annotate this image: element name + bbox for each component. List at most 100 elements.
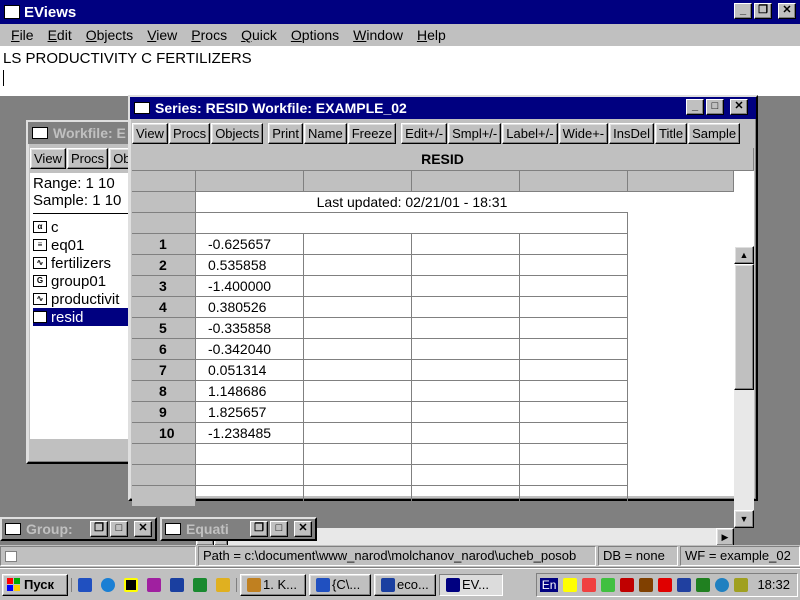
menu-options[interactable]: Options (284, 27, 346, 43)
pencil-icon[interactable] (216, 577, 230, 592)
cell[interactable] (196, 444, 304, 465)
music-icon[interactable] (639, 577, 654, 592)
group-maximize-button[interactable]: □ (110, 521, 128, 537)
cell[interactable] (412, 339, 520, 360)
cell[interactable] (196, 486, 304, 507)
row-header[interactable]: 5 (132, 318, 196, 339)
restore-button[interactable]: ❐ (754, 3, 772, 19)
series-sample-button[interactable]: Sample (688, 123, 741, 144)
series-insdel-button[interactable]: InsDel (609, 123, 654, 144)
menu-objects[interactable]: Objects (79, 27, 140, 43)
value-cell[interactable]: 0.380526 (196, 297, 304, 318)
series-label-button[interactable]: Label+/- (502, 123, 558, 144)
column-header[interactable] (412, 171, 520, 192)
value-cell[interactable]: -1.238485 (196, 423, 304, 444)
value-cell[interactable]: 1.825657 (196, 402, 304, 423)
start-button[interactable]: Пуск (2, 573, 68, 596)
series-maximize-button[interactable]: □ (706, 99, 724, 115)
cell[interactable] (520, 297, 628, 318)
keyboard-icon[interactable] (582, 577, 597, 592)
menu-edit[interactable]: Edit (41, 27, 79, 43)
word-icon[interactable] (170, 577, 184, 592)
series-name-button[interactable]: Name (304, 123, 347, 144)
menu-file[interactable]: File (4, 27, 41, 43)
series-edit-button[interactable]: Edit+/- (401, 123, 448, 144)
cell[interactable] (520, 360, 628, 381)
value-cell[interactable]: -0.342040 (196, 339, 304, 360)
cell[interactable] (520, 339, 628, 360)
cell[interactable] (412, 381, 520, 402)
cell[interactable] (196, 465, 304, 486)
menu-help[interactable]: Help (410, 27, 453, 43)
close-button[interactable]: ✕ (778, 3, 796, 19)
cell[interactable] (412, 402, 520, 423)
language-indicator[interactable]: En (539, 577, 559, 592)
series-view-button[interactable]: View (132, 123, 168, 144)
globe-icon[interactable] (715, 577, 730, 592)
cell[interactable] (520, 318, 628, 339)
wf-item-group01[interactable]: Ggroup01 (33, 272, 131, 290)
ie-icon[interactable] (101, 577, 115, 592)
workfile-procs-button[interactable]: Procs (66, 148, 109, 169)
chart-icon[interactable] (620, 577, 635, 592)
series-title-button[interactable]: Title (655, 123, 688, 144)
cell[interactable] (304, 297, 412, 318)
cell[interactable] (304, 276, 412, 297)
network-icon[interactable] (677, 577, 692, 592)
group-close-button[interactable]: ✕ (134, 521, 152, 537)
value-cell[interactable]: 1.148686 (196, 381, 304, 402)
vertical-scrollbar[interactable]: ▲ ▼ (734, 246, 754, 528)
cell[interactable] (520, 276, 628, 297)
app-icon[interactable] (124, 577, 138, 592)
wf-item-resid[interactable]: ∿ resid (33, 308, 131, 326)
row-header[interactable]: 10 (132, 423, 196, 444)
menu-view[interactable]: View (140, 27, 184, 43)
task-button-2[interactable]: {C\... (309, 573, 371, 596)
cell[interactable] (412, 465, 520, 486)
cell[interactable] (412, 423, 520, 444)
cell[interactable] (304, 339, 412, 360)
row-header[interactable]: 4 (132, 297, 196, 318)
cell[interactable] (304, 318, 412, 339)
series-minimize-button[interactable]: _ (686, 99, 704, 115)
cell[interactable] (304, 255, 412, 276)
series-print-button[interactable]: Print (268, 123, 303, 144)
cell[interactable] (412, 318, 520, 339)
cell[interactable] (412, 255, 520, 276)
cell[interactable] (304, 381, 412, 402)
row-header[interactable]: 8 (132, 381, 196, 402)
value-cell[interactable]: -0.625657 (196, 234, 304, 255)
cell[interactable] (412, 297, 520, 318)
menu-quick[interactable]: Quick (234, 27, 284, 43)
column-header[interactable] (304, 171, 412, 192)
cell[interactable] (304, 423, 412, 444)
cell[interactable] (304, 465, 412, 486)
excel-icon[interactable] (193, 577, 207, 592)
menu-window[interactable]: Window (346, 27, 410, 43)
cell[interactable] (412, 444, 520, 465)
camera-icon[interactable] (147, 577, 161, 592)
row-header[interactable]: 6 (132, 339, 196, 360)
cell[interactable] (520, 255, 628, 276)
equation-close-button[interactable]: ✕ (294, 521, 312, 537)
explorer-icon[interactable] (78, 577, 92, 592)
equation-restore-button[interactable]: ❐ (250, 521, 268, 537)
wf-item-productivity[interactable]: ∿ productivit (33, 290, 131, 308)
row-header[interactable]: 1 (132, 234, 196, 255)
cell[interactable] (520, 465, 628, 486)
scroll-thumb[interactable] (734, 264, 754, 390)
series-close-button[interactable]: ✕ (730, 99, 748, 115)
cell[interactable] (520, 486, 628, 507)
minimize-button[interactable]: _ (734, 3, 752, 19)
row-header[interactable]: 2 (132, 255, 196, 276)
wf-item-fertilizers[interactable]: ∿ fertilizers (33, 254, 131, 272)
cell[interactable] (520, 444, 628, 465)
cell[interactable] (304, 444, 412, 465)
workfile-view-button[interactable]: View (30, 148, 66, 169)
cell[interactable] (304, 234, 412, 255)
people-icon[interactable] (734, 577, 749, 592)
cell[interactable] (412, 276, 520, 297)
task-button-3[interactable]: eco... (374, 573, 436, 596)
menu-procs[interactable]: Procs (184, 27, 234, 43)
cell[interactable] (520, 402, 628, 423)
